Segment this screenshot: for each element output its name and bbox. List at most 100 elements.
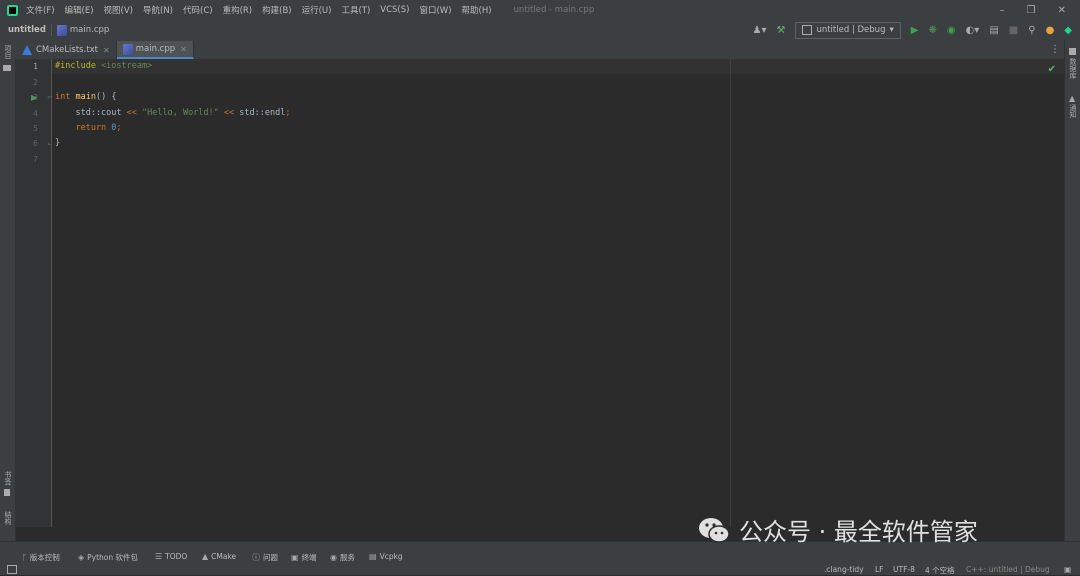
close-icon[interactable]: ✕: [1058, 5, 1066, 16]
database-tool-label[interactable]: 数据库: [1068, 58, 1078, 79]
stop-icon[interactable]: ■: [1009, 25, 1018, 36]
info-icon: ⓘ: [252, 553, 260, 562]
line-separator-status[interactable]: LF: [875, 565, 884, 574]
code-line[interactable]: std::cout << "Hello, World!" << std::end…: [55, 106, 290, 121]
debug-icon[interactable]: ❋: [928, 25, 936, 36]
line-number: 4: [33, 109, 38, 118]
menu-help[interactable]: 帮助(H): [462, 4, 492, 16]
clion-logo-icon: [7, 4, 18, 16]
run-gutter-icon[interactable]: ▶: [31, 93, 37, 102]
terminal-icon: ▣: [291, 553, 299, 562]
menu-code[interactable]: 代码(C): [183, 4, 213, 16]
menu-file[interactable]: 文件(F): [26, 4, 55, 16]
tool-window-terminal[interactable]: ▣ 终端: [291, 552, 317, 563]
menu-refactor[interactable]: 重构(R): [223, 4, 253, 16]
menu-view[interactable]: 视图(V): [104, 4, 133, 16]
lock-icon[interactable]: ▣: [1064, 565, 1072, 574]
menu-edit[interactable]: 编辑(E): [65, 4, 94, 16]
tool-window-python-packages[interactable]: ◈ Python 软件包: [78, 552, 138, 563]
wechat-watermark: 公众号 · 最全软件管家: [697, 512, 978, 547]
bookmark-icon[interactable]: [4, 489, 10, 496]
menu-build[interactable]: 构建(B): [262, 4, 291, 16]
run-config-label: untitled | Debug: [816, 25, 886, 35]
folder-icon[interactable]: [3, 65, 11, 71]
list-icon: ☰: [155, 552, 163, 561]
breadcrumb-file[interactable]: main.cpp: [70, 25, 109, 35]
more-icon[interactable]: ⋮: [1050, 44, 1060, 55]
layout-toggle-icon[interactable]: [7, 565, 17, 574]
close-icon[interactable]: ✕: [180, 45, 187, 54]
run-icon[interactable]: ▶: [911, 25, 919, 36]
code-token: #include: [55, 61, 102, 71]
tab-cmakelists[interactable]: CMakeLists.txt ✕: [16, 41, 117, 59]
restore-icon[interactable]: ❐: [1027, 5, 1036, 16]
window-title: untitled - main.cpp: [513, 5, 595, 15]
indent-status[interactable]: 4 个空格: [925, 565, 955, 576]
notifications-tool-label[interactable]: 通知: [1068, 104, 1078, 118]
bookmarks-tool-label[interactable]: 书签: [3, 471, 13, 485]
window-controls: – ❐ ✕: [1000, 5, 1066, 16]
profile-icon[interactable]: ◐▾: [966, 25, 980, 36]
update-icon[interactable]: ●: [1046, 25, 1055, 36]
clang-tidy-status[interactable]: .clang-tidy: [824, 565, 864, 574]
menu-tools[interactable]: 工具(T): [341, 4, 370, 16]
right-margin-guide: [730, 59, 731, 527]
editor-tabs: CMakeLists.txt ✕ main.cpp ✕ ⋮: [0, 40, 1080, 60]
wechat-icon: [699, 517, 730, 543]
line-number: 1: [33, 62, 38, 71]
line-number: 2: [33, 78, 38, 87]
plugin-icon[interactable]: ◆: [1064, 25, 1072, 36]
branch-icon: ᚴ: [22, 553, 27, 562]
code-token: main: [75, 92, 96, 102]
current-line-highlight: [52, 59, 1064, 74]
code-line[interactable]: return 0;: [55, 121, 121, 136]
vcpkg-icon: ▤: [369, 552, 377, 561]
tab-main-cpp[interactable]: main.cpp ✕: [116, 41, 194, 59]
services-icon: ◉: [330, 553, 337, 562]
build-hammer-icon[interactable]: ⚒: [776, 25, 785, 36]
cmake-icon: ▲: [202, 552, 209, 561]
run-config-select[interactable]: untitled | Debug ▾: [795, 21, 901, 39]
user-icon[interactable]: ♟▾: [753, 25, 767, 36]
cpp-file-icon: [122, 43, 133, 55]
tool-window-label: 版本控制: [29, 553, 60, 562]
minimize-icon[interactable]: –: [1000, 5, 1005, 16]
line-number: 6: [33, 139, 38, 148]
code-token: }: [55, 138, 61, 148]
code-token: () {: [95, 92, 117, 102]
context-status[interactable]: C++: untitled | Debug: [966, 565, 1050, 574]
package-icon: ◈: [78, 553, 85, 562]
search-icon[interactable]: ⚲: [1028, 25, 1035, 36]
breadcrumb-project[interactable]: untitled: [8, 25, 46, 35]
code-token: std::endl: [239, 108, 286, 118]
code-line[interactable]: }: [55, 136, 60, 151]
menu-navigate[interactable]: 导航(N): [143, 4, 173, 16]
left-tool-strip: 项目 书签 结构: [0, 45, 16, 542]
structure-tool-label[interactable]: 结构: [3, 511, 13, 525]
tool-window-label: Python 软件包: [87, 553, 139, 562]
code-line[interactable]: #include <iostream>: [55, 59, 152, 74]
tool-window-services[interactable]: ◉ 服务: [330, 552, 355, 563]
attach-icon[interactable]: ▤: [989, 25, 998, 36]
encoding-status[interactable]: UTF-8: [893, 565, 915, 574]
code-line[interactable]: int main() {: [55, 90, 116, 105]
tab-label: CMakeLists.txt: [36, 45, 99, 55]
close-icon[interactable]: ✕: [103, 46, 110, 55]
bell-icon[interactable]: ▲: [1069, 94, 1075, 103]
inspection-ok-icon[interactable]: ✔: [1048, 64, 1056, 75]
code-token: int: [55, 92, 76, 102]
tool-window-problems[interactable]: ⓘ 问题: [252, 552, 278, 563]
project-tool-label[interactable]: 项目: [3, 45, 13, 59]
code-editor[interactable]: #include <iostream>int main() { std::cou…: [52, 59, 1064, 527]
tool-window-cmake[interactable]: ▲ CMake: [202, 552, 236, 561]
tool-window-label: 终端: [301, 553, 317, 562]
tool-window-vcs[interactable]: ᚴ 版本控制: [22, 552, 60, 563]
tool-window-vcpkg[interactable]: ▤ Vcpkg: [369, 552, 403, 561]
coverage-icon[interactable]: ◉: [947, 25, 956, 36]
database-icon[interactable]: [1069, 48, 1076, 55]
menu-window[interactable]: 窗口(W): [419, 4, 451, 16]
cmake-icon: [22, 45, 32, 55]
menu-run[interactable]: 运行(U): [302, 4, 332, 16]
menu-vcs[interactable]: VCS(S): [380, 5, 409, 15]
tool-window-todo[interactable]: ☰ TODO: [155, 552, 187, 561]
